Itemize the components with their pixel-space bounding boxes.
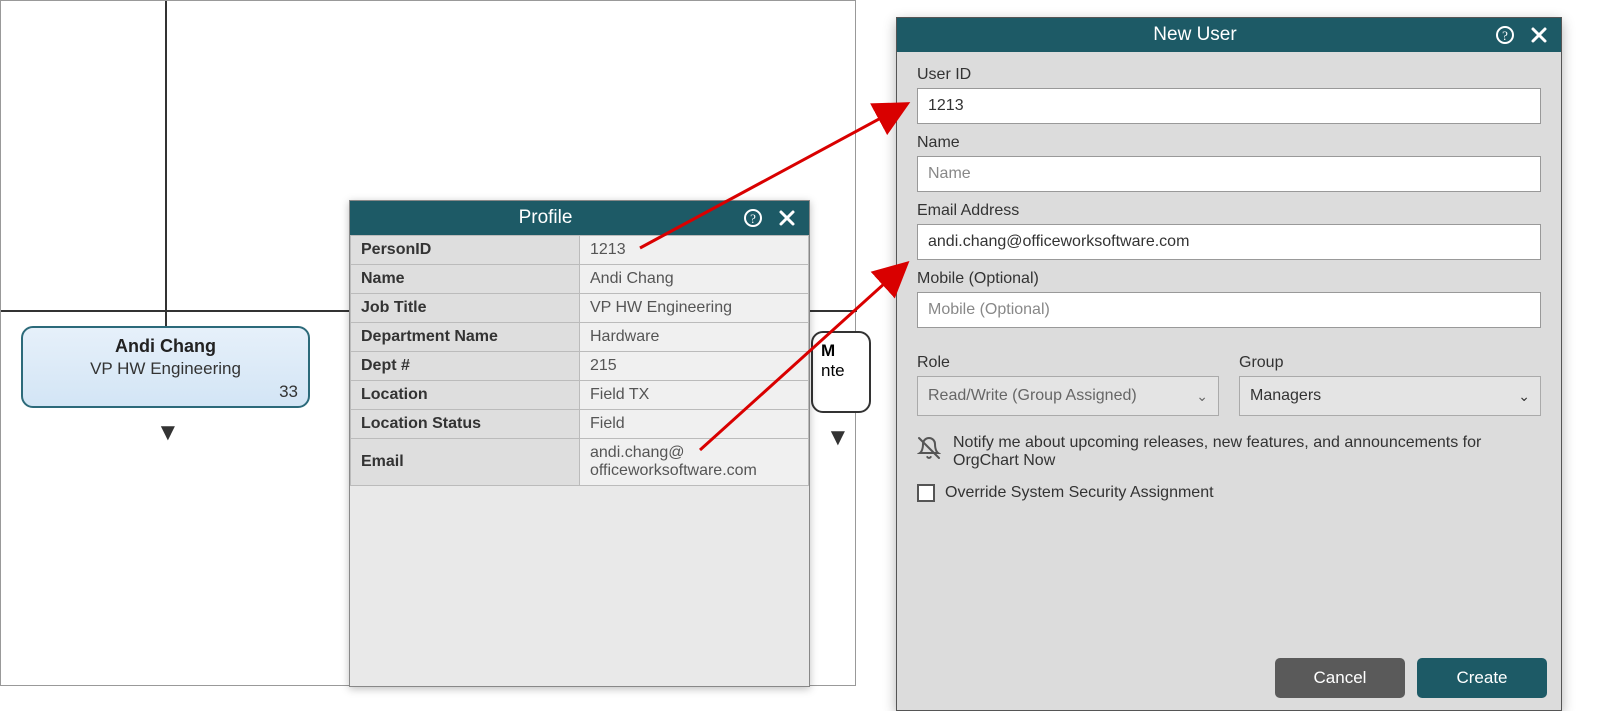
role-select-value: Read/Write (Group Assigned) [928, 387, 1137, 405]
org-card-title: VP HW Engineering [35, 359, 296, 379]
orgchart-canvas: Andi Chang VP HW Engineering 33 ▼ M nte … [0, 0, 856, 686]
profile-field-label: Email [351, 439, 580, 486]
chevron-down-icon: ⌄ [1196, 388, 1208, 405]
override-checkbox[interactable] [917, 484, 935, 502]
profile-field-label: Location [351, 381, 580, 410]
role-select[interactable]: Read/Write (Group Assigned) ⌄ [917, 376, 1219, 416]
profile-field-label: Department Name [351, 323, 580, 352]
chevron-down-icon: ⌄ [1518, 388, 1530, 405]
profile-field-value: Field [580, 410, 809, 439]
org-card-count: 33 [279, 382, 298, 402]
profile-field-value: andi.chang@ officeworksoftware.com [580, 439, 809, 486]
table-row: Department NameHardware [351, 323, 809, 352]
profile-field-label: Name [351, 265, 580, 294]
notify-text: Notify me about upcoming releases, new f… [953, 434, 1541, 470]
table-row: NameAndi Chang [351, 265, 809, 294]
user-id-label: User ID [917, 66, 1541, 84]
table-row: LocationField TX [351, 381, 809, 410]
dialog-body: User ID Name Email Address Mobile (Optio… [897, 52, 1561, 516]
table-row: Dept #215 [351, 352, 809, 381]
override-row[interactable]: Override System Security Assignment [917, 484, 1541, 502]
org-card-title: nte [821, 361, 861, 381]
role-label: Role [917, 354, 1219, 372]
close-icon[interactable] [775, 206, 799, 230]
table-row: Location StatusField [351, 410, 809, 439]
svg-text:?: ? [750, 211, 756, 226]
name-input[interactable] [917, 156, 1541, 192]
mobile-input[interactable] [917, 292, 1541, 328]
profile-field-value: Field TX [580, 381, 809, 410]
new-user-header: New User ? [897, 18, 1561, 52]
override-label: Override System Security Assignment [945, 484, 1214, 502]
org-card-name: Andi Chang [35, 336, 296, 357]
create-button[interactable]: Create [1417, 658, 1547, 698]
mobile-label: Mobile (Optional) [917, 270, 1541, 288]
expand-children-icon[interactable]: ▼ [156, 421, 180, 445]
table-row: Job TitleVP HW Engineering [351, 294, 809, 323]
org-card-partial[interactable]: M nte [811, 331, 871, 413]
notify-toggle-row[interactable]: Notify me about upcoming releases, new f… [917, 434, 1541, 470]
expand-children-icon[interactable]: ▼ [826, 426, 850, 450]
profile-header: Profile ? [350, 201, 809, 235]
profile-table: PersonID1213 NameAndi Chang Job TitleVP … [350, 235, 809, 486]
org-card[interactable]: Andi Chang VP HW Engineering 33 [21, 326, 310, 408]
group-select-value: Managers [1250, 387, 1321, 405]
help-icon[interactable]: ? [1493, 23, 1517, 47]
group-label: Group [1239, 354, 1541, 372]
table-row: Emailandi.chang@ officeworksoftware.com [351, 439, 809, 486]
profile-field-value: 1213 [580, 236, 809, 265]
close-icon[interactable] [1527, 23, 1551, 47]
profile-field-value: 215 [580, 352, 809, 381]
profile-panel: Profile ? PersonID1213 NameAndi Chang Jo… [349, 200, 810, 687]
table-row: PersonID1213 [351, 236, 809, 265]
bell-off-icon [917, 436, 941, 465]
svg-text:?: ? [1502, 28, 1508, 43]
profile-field-value: VP HW Engineering [580, 294, 809, 323]
email-label: Email Address [917, 202, 1541, 220]
profile-field-label: Job Title [351, 294, 580, 323]
chart-connector-vertical [165, 1, 167, 326]
new-user-dialog: New User ? User ID Name Email Address Mo… [896, 17, 1562, 711]
dialog-title: New User [907, 24, 1483, 46]
profile-title: Profile [360, 207, 731, 229]
help-icon[interactable]: ? [741, 206, 765, 230]
name-label: Name [917, 134, 1541, 152]
profile-field-value: Hardware [580, 323, 809, 352]
dialog-footer: Cancel Create [1275, 658, 1547, 698]
email-input[interactable] [917, 224, 1541, 260]
cancel-button[interactable]: Cancel [1275, 658, 1405, 698]
profile-field-value: Andi Chang [580, 265, 809, 294]
group-select[interactable]: Managers ⌄ [1239, 376, 1541, 416]
user-id-input[interactable] [917, 88, 1541, 124]
profile-field-label: PersonID [351, 236, 580, 265]
profile-field-label: Location Status [351, 410, 580, 439]
org-card-name: M [821, 341, 861, 361]
profile-field-label: Dept # [351, 352, 580, 381]
